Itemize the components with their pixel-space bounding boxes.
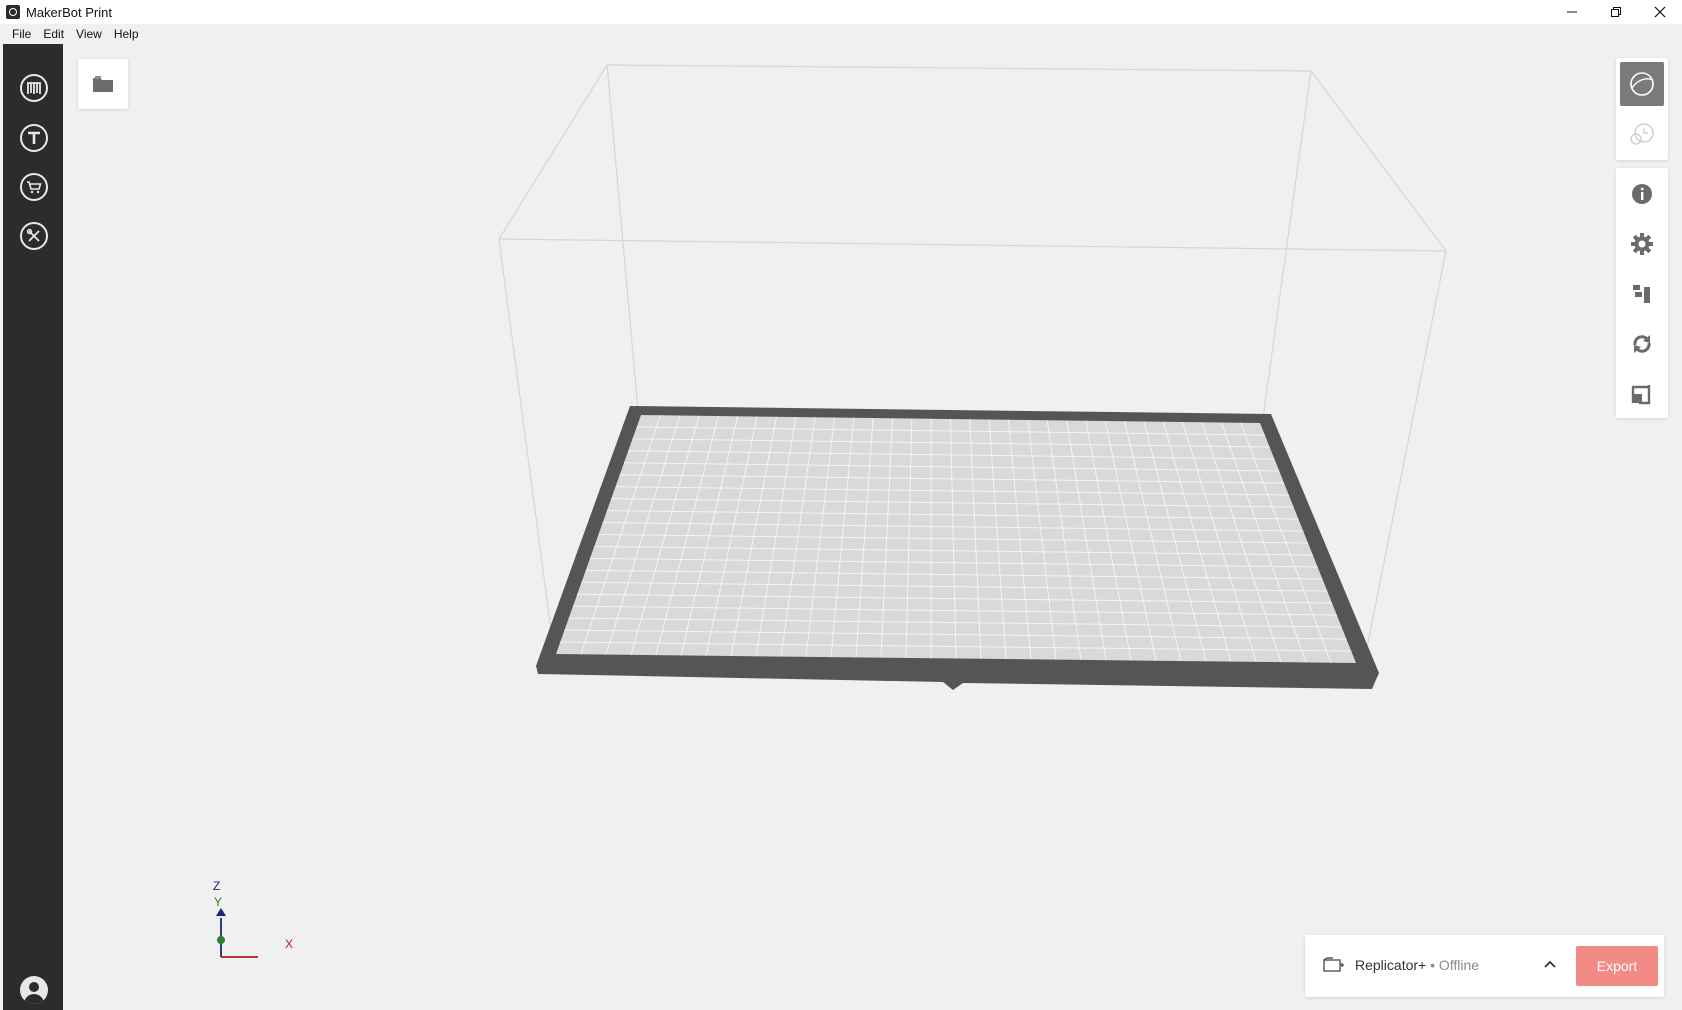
close-button[interactable] [1638, 0, 1682, 24]
printer-bar: Replicator+ • Offline Export [1305, 935, 1664, 997]
arrange-icon [1633, 285, 1650, 303]
printer-selector[interactable]: Replicator+ • Offline [1355, 957, 1479, 973]
minimize-button[interactable] [1550, 0, 1594, 24]
settings-button[interactable] [1620, 222, 1664, 266]
printer-name: Replicator+ [1355, 957, 1427, 973]
rotate-icon [1633, 335, 1651, 353]
chevron-up-icon[interactable] [1543, 959, 1557, 969]
menu-help[interactable]: Help [108, 27, 145, 41]
menu-edit[interactable]: Edit [37, 27, 70, 41]
close-icon [1654, 6, 1666, 18]
utilities-icon[interactable] [20, 222, 48, 250]
left-sidebar [3, 44, 63, 1010]
title-bar: MakerBot Print [0, 0, 1682, 24]
restore-icon [1611, 7, 1621, 17]
thingiverse-icon[interactable] [20, 124, 48, 152]
menu-bar: File Edit View Help [0, 24, 1682, 44]
scale-icon [1631, 385, 1651, 405]
rotate-button[interactable] [1620, 322, 1664, 366]
arrange-button[interactable] [1620, 272, 1664, 316]
info-button[interactable] [1620, 172, 1664, 216]
y-axis-label: Y [214, 895, 223, 909]
printer-connection-icon [1323, 957, 1344, 972]
tools-toolbar [1616, 168, 1668, 418]
restore-button[interactable] [1594, 0, 1638, 24]
export-button[interactable]: Export [1576, 946, 1658, 986]
prepare-view-button[interactable] [1620, 62, 1664, 106]
printer-status: • Offline [1426, 957, 1480, 973]
settings-gear-icon [1631, 233, 1653, 255]
z-axis-label: Z [213, 879, 221, 893]
prepare-view-icon [1630, 72, 1654, 96]
menu-view[interactable]: View [70, 27, 108, 41]
info-icon [1632, 184, 1652, 204]
folder-icon [93, 76, 113, 92]
preview-clock-icon [1630, 123, 1654, 145]
store-cart-icon[interactable] [20, 173, 48, 201]
menu-file[interactable]: File [6, 27, 37, 41]
view-mode-toolbar [1616, 58, 1668, 160]
scale-button[interactable] [1620, 372, 1664, 416]
window-controls [1550, 0, 1682, 24]
window-title: MakerBot Print [26, 4, 112, 20]
user-avatar-icon[interactable] [20, 976, 48, 1004]
3d-viewport[interactable]: Z Y X [63, 44, 1682, 1010]
makerbot-app-icon [6, 5, 20, 19]
makerbot-logo-icon[interactable] [20, 74, 48, 102]
build-volume [498, 64, 1447, 690]
axis-indicator [216, 908, 258, 958]
open-file-button[interactable] [78, 59, 128, 109]
minimize-icon [1567, 11, 1577, 13]
x-axis-label: X [285, 937, 294, 951]
preview-button[interactable] [1620, 112, 1664, 156]
